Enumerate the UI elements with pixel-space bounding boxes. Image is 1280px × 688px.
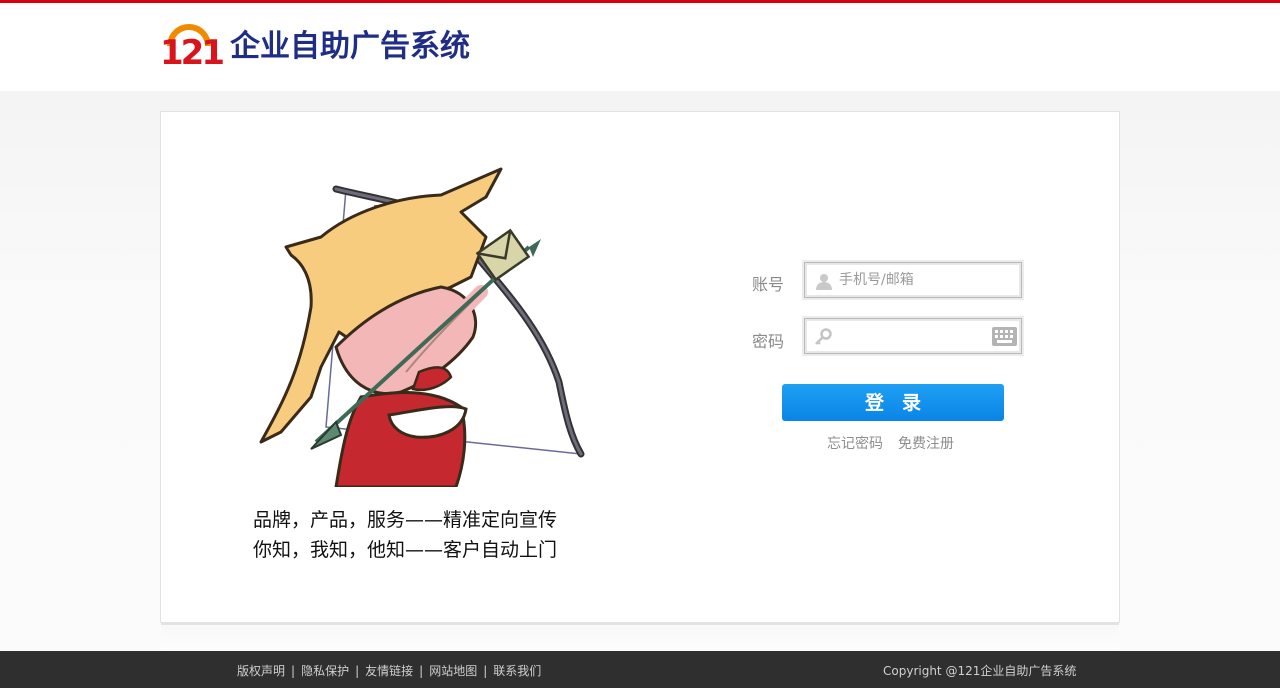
footer-link-contact[interactable]: 联系我们 (493, 664, 541, 678)
footer-link-sitemap[interactable]: 网站地图 (429, 664, 477, 678)
footer-links: 版权声明 | 隐私保护 | 友情链接 | 网站地图 | 联系我们 (237, 662, 541, 679)
footer: 版权声明 | 隐私保护 | 友情链接 | 网站地图 | 联系我们 Copyright @121企… (0, 651, 1280, 688)
footer-separator: | (419, 664, 424, 678)
cupid-archer-illustration (259, 167, 585, 487)
login-card: 品牌，产品，服务——精准定向宣传 你知，我知，他知——客户自动上门 账号 密码 … (160, 111, 1120, 623)
keyboard-icon[interactable] (992, 327, 1017, 346)
register-link[interactable]: 免费注册 (898, 436, 954, 452)
copyright-text: Copyright @121企业自助广告系统 (883, 664, 1077, 678)
footer-link-copyright[interactable]: 版权声明 (237, 664, 285, 678)
password-label: 密码 (752, 332, 785, 351)
user-icon (816, 274, 832, 290)
account-label: 账号 (752, 275, 785, 294)
account-input[interactable] (839, 263, 989, 297)
password-input[interactable] (839, 319, 989, 353)
key-icon (815, 328, 832, 345)
auth-links: 忘记密码 免费注册 (827, 433, 954, 453)
password-field (804, 318, 1022, 354)
card-base (161, 625, 1119, 651)
footer-link-friends[interactable]: 友情链接 (365, 664, 413, 678)
slogan-line-1: 品牌，产品，服务——精准定向宣传 (253, 509, 558, 531)
site-logo[interactable]: 121 企业自助广告系统 (160, 24, 470, 73)
footer-link-privacy[interactable]: 隐私保护 (301, 664, 349, 678)
account-field (804, 262, 1022, 298)
logo-mark: 121 (160, 24, 225, 73)
slogan-line-2: 你知，我知，他知——客户自动上门 (253, 539, 558, 561)
footer-separator: | (355, 664, 360, 678)
footer-separator: | (291, 664, 296, 678)
logo-number: 121 (160, 33, 225, 73)
login-button[interactable]: 登录 (782, 384, 1004, 421)
forgot-password-link[interactable]: 忘记密码 (827, 436, 883, 452)
header: 121 企业自助广告系统 (0, 3, 1280, 91)
logo-title: 企业自助广告系统 (230, 29, 470, 64)
footer-separator: | (483, 664, 488, 678)
